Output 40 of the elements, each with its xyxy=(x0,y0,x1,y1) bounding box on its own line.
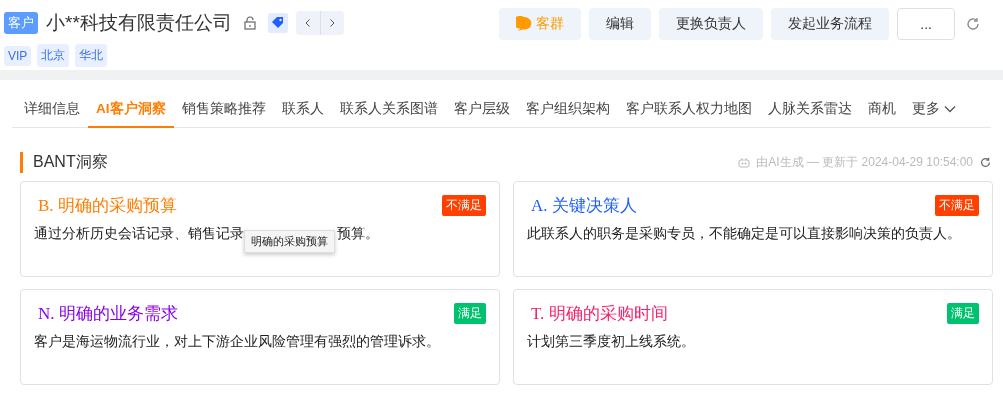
card-title: A. 关键决策人 xyxy=(531,195,637,217)
action-button[interactable]: 发起业务流程 xyxy=(771,8,890,40)
card-description: 客户是海运物流行业，对上下游企业风险管理有强烈的管理诉求。 xyxy=(34,333,440,351)
tag: 北京 xyxy=(37,44,70,67)
chevron-down-icon xyxy=(943,105,956,113)
tag-icon[interactable] xyxy=(267,13,288,33)
status-badge: 满足 xyxy=(454,303,486,324)
tooltip: 明确的采购预算 xyxy=(244,230,335,253)
tab[interactable]: 人脉关系雷达 xyxy=(759,96,860,128)
action-button[interactable]: 编辑 xyxy=(589,8,652,40)
tab[interactable]: 联系人 xyxy=(273,96,332,128)
card-title: N. 明确的业务需求 xyxy=(38,303,178,325)
more-button[interactable]: ... xyxy=(897,8,955,40)
card-title: T. 明确的采购时间 xyxy=(531,303,668,325)
status-badge: 不满足 xyxy=(442,195,486,216)
tab[interactable]: 销售策略推荐 xyxy=(173,96,274,128)
action-button[interactable]: 更换负责人 xyxy=(659,8,764,40)
tab[interactable]: 商机 xyxy=(859,96,904,128)
tab[interactable]: 更多 xyxy=(903,96,964,128)
tab[interactable]: 客户层级 xyxy=(445,96,518,128)
chat-bubble-icon xyxy=(516,16,533,32)
status-badge: 不满足 xyxy=(935,195,979,216)
company-title: 小**科技有限责任公司 xyxy=(46,11,232,35)
tab[interactable]: 客户组织架构 xyxy=(517,96,618,128)
update-info: 由AI生成 — 更新于 2024-04-29 10:54:00 xyxy=(756,154,973,171)
status-badge: 满足 xyxy=(947,303,979,324)
card-description: 预算。 xyxy=(337,225,379,243)
refresh-icon[interactable] xyxy=(979,156,991,169)
tab[interactable]: 详细信息 xyxy=(16,96,88,128)
tag: 华北 xyxy=(75,44,108,67)
card-description: 通过分析历史会话记录、销售记录 xyxy=(34,225,244,243)
tab[interactable]: 联系人关系图谱 xyxy=(331,96,446,128)
tag: VIP xyxy=(4,45,32,66)
card-description: 此联系人的职务是采购专员，不能确定是可以直接影响决策的负责人。 xyxy=(527,225,961,243)
section-title: BANT洞察 xyxy=(20,152,108,173)
card-title: B. 明确的采购预算 xyxy=(38,195,177,217)
customer-badge: 客户 xyxy=(4,12,38,34)
tab[interactable]: 客户联系人权力地图 xyxy=(617,96,760,128)
card-description: 计划第三季度初上线系统。 xyxy=(527,333,695,351)
robot-icon xyxy=(738,157,751,168)
